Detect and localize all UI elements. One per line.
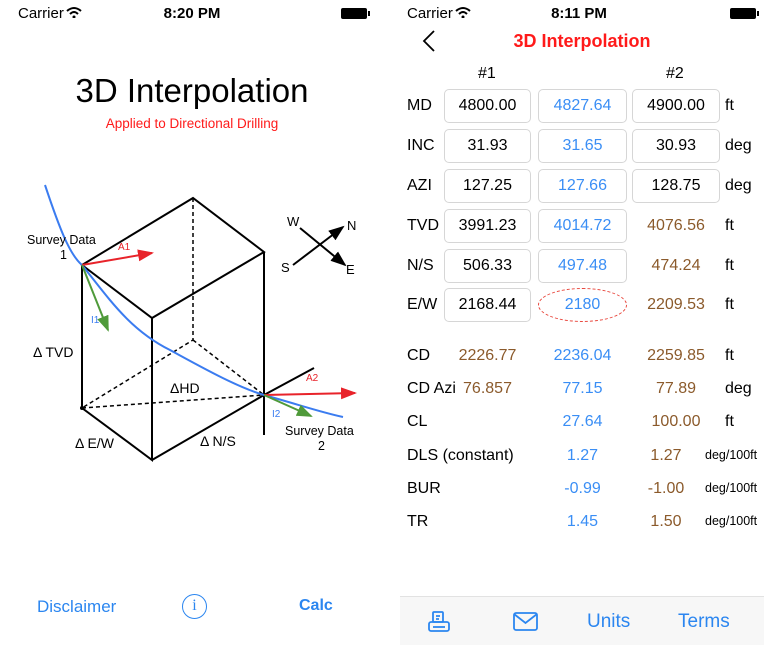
a2-label: A2 — [306, 373, 319, 384]
md-unit: ft — [725, 97, 734, 114]
tvd-survey1-input[interactable]: 3991.23 — [444, 209, 531, 243]
hidden-edges — [81, 198, 265, 409]
compass-w: W — [287, 214, 300, 229]
row-label-ns: N/S — [407, 257, 434, 274]
survey1-label: Survey Data — [27, 233, 96, 247]
bur-interpolated-value: -0.99 — [564, 480, 601, 497]
row-label-dlsconstant: DLS (constant) — [407, 447, 514, 464]
cl-survey2-value: 100.00 — [651, 413, 701, 430]
i2-label: I2 — [272, 409, 281, 420]
bur-survey2-value: -1.00 — [647, 480, 685, 497]
terms-button[interactable]: Terms — [678, 611, 730, 633]
row-label-tvd: TVD — [407, 217, 439, 234]
a1-label: A1 — [118, 242, 131, 253]
calc-button[interactable]: Calc — [299, 597, 333, 615]
tvd-survey2-value: 4076.56 — [647, 217, 705, 234]
row-label-tr: TR — [407, 513, 429, 530]
dlsconstant-survey2-value: 1.27 — [650, 447, 682, 464]
azi-survey1-input[interactable]: 127.25 — [444, 169, 531, 203]
row-label-azi: AZI — [407, 177, 432, 194]
tvd-interpolated-input[interactable]: 4014.72 — [538, 209, 627, 243]
row-label-cd: CD — [407, 347, 431, 364]
cd-survey1-value: 2226.77 — [458, 347, 517, 364]
info-button[interactable]: i — [182, 594, 207, 619]
cd-survey2-value: 2259.85 — [647, 347, 705, 364]
wellbore-diagram — [44, 184, 357, 462]
row-label-bur: BUR — [407, 480, 441, 497]
i1-label: I1 — [91, 315, 100, 326]
survey1-number: 1 — [60, 248, 67, 262]
box-edges — [80, 196, 315, 462]
dlsconstant-interpolated-value: 1.27 — [566, 447, 599, 464]
a2-arrow — [263, 387, 357, 400]
tr-unit: deg/100ft — [705, 514, 758, 528]
inc-survey1-input[interactable]: 31.93 — [444, 129, 531, 163]
ns-survey2-value: 474.24 — [651, 257, 701, 274]
toolbar: Units Terms — [400, 596, 764, 645]
header-1: #1 — [478, 65, 496, 82]
cl-unit: ft — [725, 413, 734, 430]
inc-interpolated-input[interactable]: 31.65 — [538, 129, 627, 163]
md-survey2-input[interactable]: 4900.00 — [632, 89, 720, 123]
ew-survey1-input[interactable]: 2168.44 — [444, 288, 531, 322]
row-label-ew: E/W — [407, 296, 438, 313]
md-survey1-input[interactable]: 4800.00 — [444, 89, 531, 123]
cdazi-unit: deg — [725, 380, 752, 397]
header-2: #2 — [666, 65, 684, 82]
ew-unit: ft — [725, 296, 734, 313]
print-icon[interactable] — [427, 610, 451, 634]
cdazi-survey1-value: 76.857 — [463, 380, 512, 397]
tr-survey2-value: 1.50 — [650, 513, 682, 530]
units-button[interactable]: Units — [587, 611, 630, 633]
row-label-cl: CL — [407, 413, 428, 430]
cd-interpolated-value: 2236.04 — [553, 347, 612, 364]
ew-interpolated-input[interactable]: 2180 — [538, 288, 627, 322]
inc-survey2-input[interactable]: 30.93 — [632, 129, 720, 163]
compass-we-arrow — [299, 227, 347, 267]
bur-unit: deg/100ft — [705, 481, 758, 495]
ns-unit: ft — [725, 257, 734, 274]
survey2-label: Survey Data — [285, 424, 354, 438]
inc-unit: deg — [725, 137, 752, 154]
delta-hd-label: ΔHD — [170, 380, 200, 396]
ew-survey2-value: 2209.53 — [647, 296, 705, 313]
azi-interpolated-input[interactable]: 127.66 — [538, 169, 627, 203]
status-time: 8:11 PM — [551, 5, 607, 22]
cdazi-interpolated-value: 77.15 — [562, 380, 603, 397]
nav-title: 3D Interpolation — [513, 31, 651, 51]
azi-unit: deg — [725, 177, 752, 194]
row-label-inc: INC — [407, 137, 435, 154]
cd-unit: ft — [725, 347, 734, 364]
tr-interpolated-value: 1.45 — [566, 513, 599, 530]
ns-interpolated-input[interactable]: 497.48 — [538, 249, 627, 283]
compass-s: S — [281, 260, 290, 275]
ns-survey1-input[interactable]: 506.33 — [444, 249, 531, 283]
disclaimer-button[interactable]: Disclaimer — [37, 597, 116, 617]
compass-sn-arrow — [292, 225, 345, 266]
survey2-number: 2 — [318, 439, 325, 453]
azi-survey2-input[interactable]: 128.75 — [632, 169, 720, 203]
compass-n: N — [347, 218, 357, 233]
delta-ns-label: Δ N/S — [200, 433, 236, 449]
row-label-md: MD — [407, 97, 432, 114]
mail-icon[interactable] — [513, 612, 538, 631]
dlsconstant-unit: deg/100ft — [705, 448, 758, 462]
cl-interpolated-value: 27.64 — [562, 413, 603, 430]
compass-e: E — [346, 262, 355, 277]
delta-ew-label: Δ E/W — [75, 435, 114, 451]
cdazi-survey2-value: 77.89 — [655, 380, 697, 397]
delta-tvd-label: Δ TVD — [33, 344, 74, 360]
right-screen: Carrier 8:11 PM 3D Interpolation #1 #2 M… — [400, 0, 768, 645]
md-interpolated-input[interactable]: 4827.64 — [538, 89, 627, 123]
battery-icon — [730, 8, 759, 19]
left-screen: Carrier 8:20 PM 3D Interpolation Applied… — [0, 0, 384, 645]
tvd-unit: ft — [725, 217, 734, 234]
